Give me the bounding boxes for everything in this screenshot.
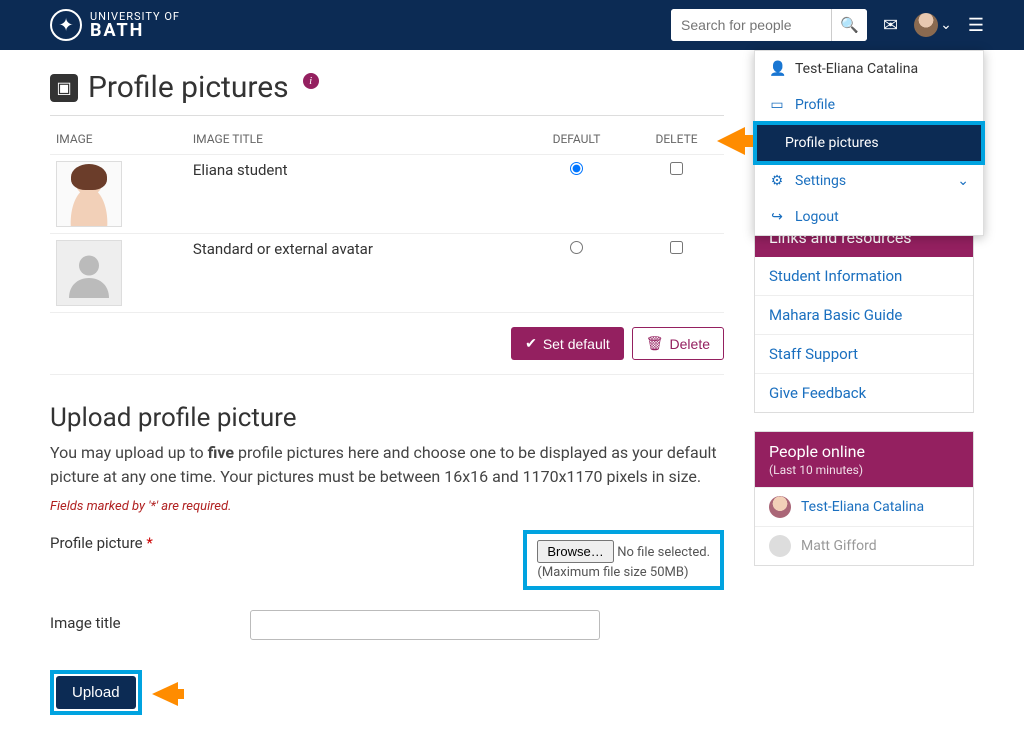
crest-icon: ✦ — [50, 9, 82, 41]
user-dropdown: 👤 Test-Eliana Catalina ▭ Profile Profile… — [754, 50, 984, 236]
browse-button[interactable]: Browse… — [537, 540, 613, 563]
user-menu-toggle[interactable]: ⌄ — [914, 13, 952, 37]
field-profile-picture: Profile picture * Browse… No file select… — [50, 520, 724, 600]
search-input[interactable] — [671, 9, 831, 41]
annotation-arrow-icon — [152, 682, 178, 706]
dropdown-profile[interactable]: ▭ Profile — [755, 87, 983, 123]
pictures-table: IMAGE IMAGE TITLE DEFAULT DELETE Eliana … — [50, 124, 724, 313]
row-title: Standard or external avatar — [187, 234, 524, 313]
page-title: ▣ Profile pictures i — [50, 70, 724, 105]
portrait-icon: ▣ — [50, 74, 78, 102]
file-status: No file selected. — [617, 545, 710, 560]
link-item[interactable]: Mahara Basic Guide — [755, 295, 973, 334]
chevron-down-icon: ⌄ — [957, 173, 969, 189]
dropdown-settings[interactable]: ⚙ Settings ⌄ — [755, 163, 983, 199]
label-image-title: Image title — [50, 610, 240, 632]
table-row: Standard or external avatar — [50, 234, 724, 313]
file-input-wrap: Browse… No file selected. (Maximum file … — [523, 530, 724, 590]
annotation-highlight: Upload — [50, 670, 142, 715]
col-default: DEFAULT — [524, 124, 629, 155]
link-item[interactable]: Staff Support — [755, 334, 973, 373]
dropdown-profile-pictures[interactable]: Profile pictures — [757, 125, 981, 161]
upload-heading: Upload profile picture — [50, 403, 724, 433]
required-note: Fields marked by '*' are required. — [50, 499, 724, 514]
row-title: Eliana student — [187, 155, 524, 234]
search-form: 🔍 — [671, 9, 867, 41]
person-icon: 👤 — [769, 61, 785, 77]
image-title-input[interactable] — [250, 610, 600, 640]
trash-icon: 🗑 — [646, 335, 664, 352]
brand-logo[interactable]: ✦ UNIVERSITY OF BATH — [50, 9, 180, 41]
col-image: IMAGE — [50, 124, 187, 155]
upload-button[interactable]: Upload — [56, 676, 136, 709]
search-icon: 🔍 — [840, 17, 859, 34]
people-panel: People online (Last 10 minutes) Test-Eli… — [754, 431, 974, 566]
hamburger-icon[interactable]: ☰ — [968, 15, 984, 36]
dropdown-user: 👤 Test-Eliana Catalina — [755, 51, 983, 87]
col-delete: DELETE — [629, 124, 724, 155]
info-icon[interactable]: i — [303, 73, 319, 89]
person-row[interactable]: Matt Gifford — [755, 526, 973, 565]
max-size-hint: (Maximum file size 50MB) — [537, 565, 710, 580]
people-title: People online (Last 10 minutes) — [755, 432, 973, 487]
card-icon: ▭ — [769, 97, 785, 113]
silhouette-icon — [64, 248, 114, 298]
top-bar: ✦ UNIVERSITY OF BATH 🔍 ✉ ⌄ ☰ — [0, 0, 1024, 50]
avatar-icon — [914, 13, 938, 37]
check-icon: ✔ — [525, 335, 537, 352]
mail-icon[interactable]: ✉ — [883, 15, 898, 36]
upload-help: You may upload up to five profile pictur… — [50, 441, 724, 489]
links-panel: Links and resources Student Information … — [754, 217, 974, 413]
default-radio[interactable] — [570, 241, 583, 254]
annotation-highlight: Profile pictures — [753, 121, 985, 165]
search-button[interactable]: 🔍 — [831, 9, 867, 41]
avatar-icon — [769, 535, 791, 557]
main-content: ▣ Profile pictures i IMAGE IMAGE TITLE D… — [50, 70, 724, 715]
thumbnail[interactable] — [56, 161, 122, 227]
brand-line2: BATH — [90, 22, 180, 40]
dropdown-logout[interactable]: ↪ Logout — [755, 199, 983, 235]
annotation-arrow-icon — [717, 127, 745, 155]
logout-icon: ↪ — [769, 209, 785, 225]
link-item[interactable]: Student Information — [755, 257, 973, 295]
chevron-down-icon: ⌄ — [940, 17, 952, 33]
set-default-button[interactable]: ✔ Set default — [511, 327, 624, 360]
thumbnail[interactable] — [56, 240, 122, 306]
table-row: Eliana student — [50, 155, 724, 234]
avatar-icon — [769, 496, 791, 518]
default-radio[interactable] — [570, 162, 583, 175]
delete-checkbox[interactable] — [670, 162, 683, 175]
field-image-title: Image title — [50, 600, 724, 650]
link-item[interactable]: Give Feedback — [755, 373, 973, 412]
gear-icon: ⚙ — [769, 173, 785, 189]
delete-checkbox[interactable] — [670, 241, 683, 254]
delete-button[interactable]: 🗑 Delete — [632, 327, 724, 360]
col-title: IMAGE TITLE — [187, 124, 524, 155]
person-row[interactable]: Test-Eliana Catalina — [755, 487, 973, 526]
label-profile-picture: Profile picture * — [50, 530, 240, 552]
